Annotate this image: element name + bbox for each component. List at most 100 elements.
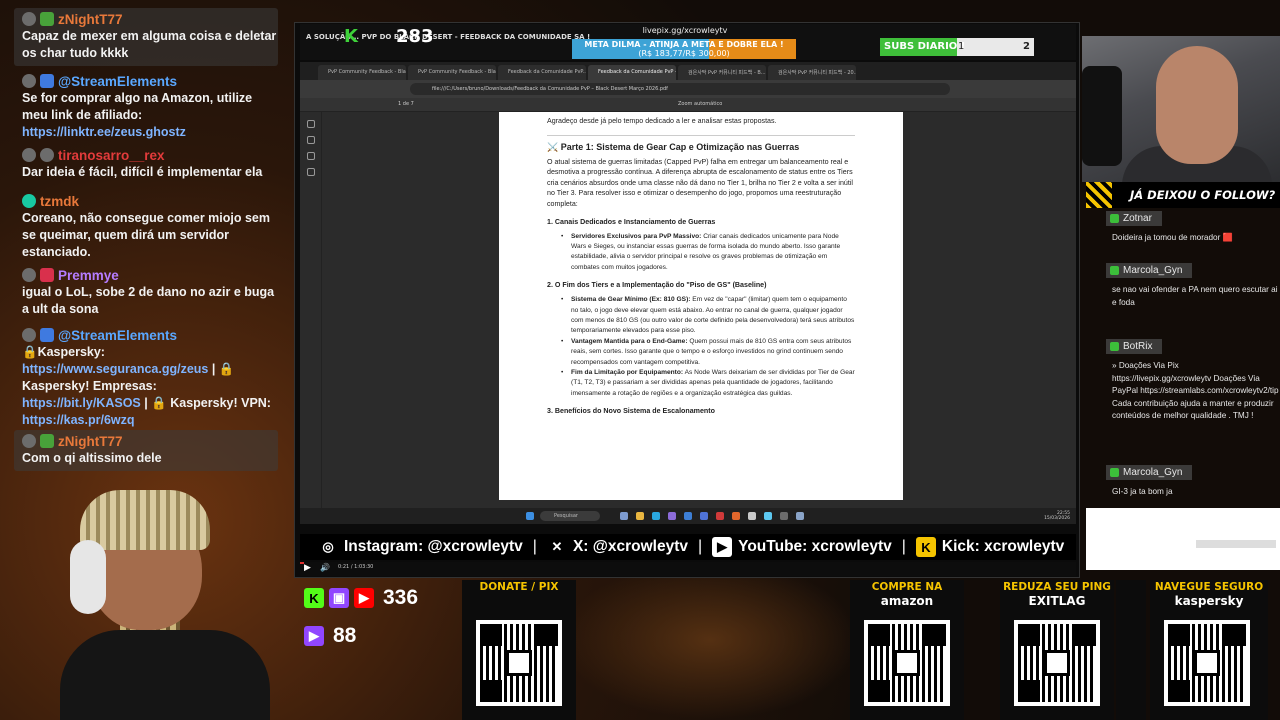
pdf-list-item: Servidores Exclusivos para PvP Massivo: … [561, 232, 855, 274]
viewer-count: 283 [396, 26, 434, 47]
qr-code[interactable] [1014, 620, 1100, 706]
social-link: ◎ Instagram: @xcrowleytv [318, 537, 522, 557]
pdf-section1-list: Servidores Exclusivos para PvP Massivo: … [561, 232, 855, 274]
heart-badge-icon [40, 268, 54, 282]
donation-goal-title: META DILMA - ATINJA A META E DOBRE ELA ! [584, 40, 784, 49]
browser-tab[interactable]: Feedback da Comunidade PvP - Bla... [588, 65, 676, 80]
pdf-zoom-select[interactable]: Zoom automático [678, 101, 722, 107]
play-icon[interactable]: ▶ [304, 563, 311, 573]
right-chat-message: Zotnar Doideira ja tomou de morador 🟥 [1106, 210, 1280, 245]
twitch-icon: ▣ [329, 588, 349, 608]
white-panel [1086, 508, 1280, 570]
youtube-icon: ▶ [712, 537, 733, 557]
shield-badge-icon [40, 328, 54, 342]
chat-username[interactable]: tzmdk [40, 194, 79, 209]
pdf-divider [547, 134, 855, 136]
pdf-section2-list: Sistema de Gear Mínimo (Ex: 810 GS): Em … [561, 295, 855, 399]
taskbar-app-icon[interactable] [620, 512, 628, 520]
social-handle: YouTube: xcrowleytv [738, 538, 892, 555]
taskbar-app-icon[interactable] [716, 512, 724, 520]
sidebar-icon[interactable] [307, 120, 315, 128]
taskbar-search[interactable]: Pesquisar [540, 511, 600, 521]
chat-link[interactable]: https://kas.pr/6wzq [22, 413, 135, 427]
browser-tab[interactable]: 검은사막 PvP 커뮤니티 피드백 - B... [678, 65, 766, 80]
social-handle: X: @xcrowleytv [572, 538, 688, 555]
folder-icon[interactable] [636, 512, 644, 520]
right-chat-username[interactable]: BotRix [1106, 339, 1163, 354]
chat-message-header: @StreamElements [22, 72, 278, 90]
qr-card: COMPRE NA amazon [850, 580, 964, 720]
chat-username[interactable]: zNightT77 [58, 434, 123, 449]
volume-icon[interactable]: 🔊 [320, 563, 330, 572]
browser-tab[interactable]: PvP Community Feedback - Bla... [318, 65, 406, 80]
browser-tab[interactable]: PvP Community Feedback - Black D... [408, 65, 496, 80]
stream-top-bar: A SOLUÇÃO... PVP DO BLACK DESERT - FEEDB… [300, 24, 1076, 60]
pdf-part1-body: O atual sistema de guerras limitadas (Ca… [547, 157, 853, 208]
qr-center [894, 650, 920, 676]
firefox-icon[interactable] [732, 512, 740, 520]
chat-link[interactable]: https://www.seguranca.gg/zeus [22, 362, 208, 376]
right-chat-message: BotRix » Doações Via Pix https://livepix.… [1106, 338, 1280, 423]
chat-message: tiranosarro__rex Dar ideia é fácil, difíc… [14, 146, 278, 181]
taskbar-app-icon[interactable] [684, 512, 692, 520]
instagram-icon: ◎ [322, 539, 334, 554]
sidebar-icon[interactable] [307, 136, 315, 144]
right-chat-message: Marcola_Gyn GI-3 ja ta bom ja [1106, 464, 1280, 499]
teal-badge-icon [22, 194, 36, 208]
right-chat-text: se nao vai ofender a PA nem quero escuta… [1112, 285, 1278, 307]
url-input[interactable]: file:///C:/Users/bruno/Downloads/Feedbac… [410, 83, 950, 95]
taskbar-app-icon[interactable] [668, 512, 676, 520]
chat-username[interactable]: Premmye [58, 268, 119, 283]
edge-icon[interactable] [652, 512, 660, 520]
streamer-camera [60, 490, 290, 720]
taskbar-app-icon[interactable] [764, 512, 772, 520]
combined-viewer-row: K ▣ ▶ 336 [304, 586, 418, 610]
video-player-controls: ▶ 🔊 0:21 / 1:03:30 [300, 562, 1076, 576]
browser-tab[interactable]: 검은사막 PvP 커뮤니티 피드백 - 20... [768, 65, 856, 80]
gear-icon[interactable] [796, 512, 804, 520]
qr-card-brand: amazon [880, 594, 934, 608]
qr-code[interactable] [476, 620, 562, 706]
taskbar-app-icon[interactable] [748, 512, 756, 520]
sidebar-icon[interactable] [307, 168, 315, 176]
youtube-icon: ▶ [354, 588, 374, 608]
chat-message-header: zNightT77 [22, 432, 278, 450]
donation-goal-values: (R$ 183,77/R$ 300,00) [638, 49, 730, 58]
pdf-list-item: Fim da Limitação por Equipamento: As Nod… [561, 368, 855, 399]
right-chat-username[interactable]: Marcola_Gyn [1106, 263, 1193, 278]
follow-text: JÁ DEIXOU O FOLLOW? [1130, 188, 1276, 202]
kick-badge-icon [1110, 214, 1119, 223]
pdf-section1-title: 1. Canais Dedicados e Instanciamento de … [547, 217, 716, 226]
taskbar-app-icon[interactable] [700, 512, 708, 520]
qr-code[interactable] [864, 620, 950, 706]
chat-message: zNightT77 Capaz de mexer em alguma coisa … [14, 8, 278, 66]
webcam-headset [1082, 66, 1122, 166]
taskbar-app-icon[interactable] [780, 512, 788, 520]
chat-text: Coreano, não consegue comer miojo sem se… [22, 211, 270, 259]
chat-text-part: | 🔒 Kaspersky! VPN: [140, 396, 271, 410]
chat-username[interactable]: @StreamElements [58, 328, 177, 343]
chat-username[interactable]: tiranosarro__rex [58, 148, 165, 163]
chat-username[interactable]: zNightT77 [58, 12, 123, 27]
separator: | [532, 538, 537, 555]
qr-code[interactable] [1164, 620, 1250, 706]
qr-card: NAVEGUE SEGURO kaspersky [1150, 580, 1268, 720]
pdf-toolbar: 1 de 7 Zoom automático [300, 98, 1076, 112]
address-bar: file:///C:/Users/bruno/Downloads/Feedbac… [300, 80, 1076, 98]
qr-center [1194, 650, 1220, 676]
right-chat-username[interactable]: Marcola_Gyn [1106, 465, 1193, 480]
right-chat-text: GI-3 ja ta bom ja [1112, 487, 1173, 496]
sidebar-icon[interactable] [307, 152, 315, 160]
pdf-page-indicator[interactable]: 1 de 7 [398, 101, 414, 107]
right-chat-username[interactable]: Zotnar [1106, 211, 1162, 226]
chat-link[interactable]: https://linktr.ee/zeus.ghostz [22, 125, 186, 139]
g-badge-icon [40, 434, 54, 448]
browser-window: PvP Community Feedback - Bla... PvP Commu… [300, 62, 1076, 524]
chat-message: @StreamElements Se for comprar algo na Am… [14, 72, 278, 141]
browser-tab[interactable]: Feedback da Comunidade PvP... [498, 65, 586, 80]
chat-username[interactable]: @StreamElements [58, 74, 177, 89]
chat-link[interactable]: https://bit.ly/KASOS [22, 396, 141, 410]
chat-message: @StreamElements 🔒Kaspersky: https://www.s… [14, 326, 278, 429]
windows-start-icon[interactable] [526, 512, 534, 520]
qr-card-label: DONATE / PIX [479, 581, 559, 593]
